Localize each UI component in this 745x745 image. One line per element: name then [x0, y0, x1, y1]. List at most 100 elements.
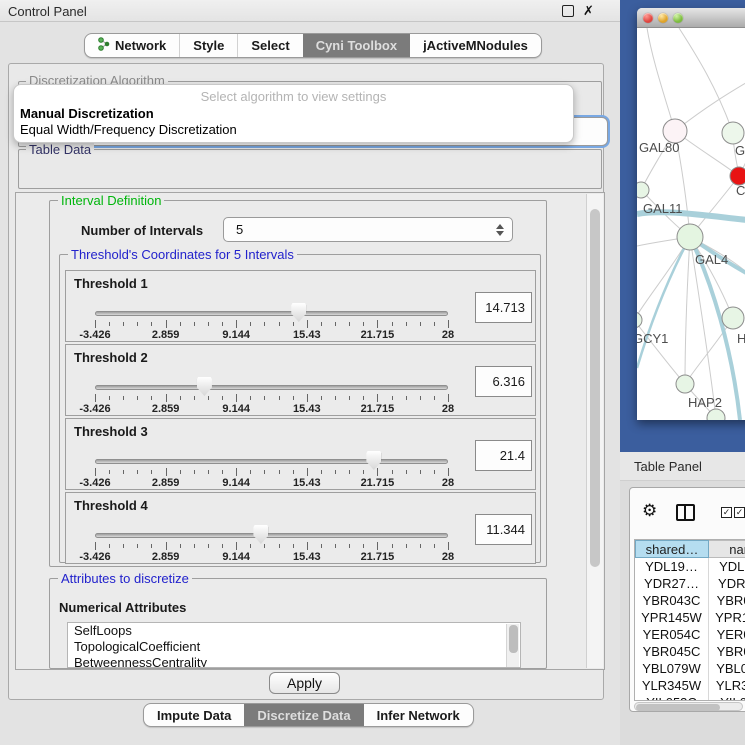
list-item[interactable]: BetweennessCentrality — [68, 655, 520, 668]
tab-style[interactable]: Style — [179, 34, 237, 57]
network-node[interactable] — [722, 122, 744, 144]
node-label: GCY1 — [637, 331, 668, 346]
table-row[interactable]: YBL079WYBL079W — [635, 660, 745, 677]
table-cell-name[interactable]: YLR345W — [709, 677, 745, 694]
table-cell-name[interactable]: YPR145W — [709, 609, 745, 626]
network-node[interactable] — [637, 312, 642, 328]
table-cell-shared-name[interactable]: YPR145W — [635, 609, 709, 626]
table-row[interactable]: YPR145WYPR145W — [635, 609, 745, 626]
tick-mark — [264, 470, 265, 474]
tab-impute-data[interactable]: Impute Data — [144, 704, 244, 726]
scale-label: 15.43 — [293, 403, 321, 415]
table-hscrollbar-thumb[interactable] — [636, 704, 720, 711]
network-node[interactable] — [722, 307, 744, 329]
slider-track[interactable] — [95, 385, 448, 390]
gear-icon[interactable]: ⚙ — [642, 502, 657, 519]
tick-mark — [194, 396, 195, 400]
threshold-value-field[interactable]: 14.713 — [475, 292, 532, 323]
table-cell-name[interactable]: YDL19… — [709, 558, 745, 575]
panel-scrollbar[interactable] — [586, 194, 603, 668]
tick-mark — [264, 544, 265, 548]
table-cell-name[interactable]: YBR043C — [709, 592, 745, 609]
column-header-name[interactable]: name — [709, 540, 745, 558]
table-row[interactable]: YLR345WYLR345W — [635, 677, 745, 694]
tick-mark — [250, 544, 251, 548]
table-row[interactable]: YBR045CYBR045C — [635, 643, 745, 660]
mac-close-icon[interactable] — [643, 13, 653, 23]
table-cell-name[interactable]: YER054C — [709, 626, 745, 643]
tick-mark — [307, 542, 308, 550]
table-hscrollbar[interactable] — [634, 702, 743, 711]
slider-track[interactable] — [95, 311, 448, 316]
table-cell-shared-name[interactable]: YLR345W — [635, 677, 709, 694]
checkbox-icon[interactable]: ✓ — [721, 507, 732, 518]
tick-mark — [137, 544, 138, 548]
scale-label: 15.43 — [293, 551, 321, 563]
tick-mark — [434, 396, 435, 400]
algorithm-option-manual[interactable]: Manual Discretization — [20, 106, 154, 121]
table-cell-name[interactable]: YIL053C — [709, 694, 745, 701]
checkbox-icon[interactable]: ✓ — [734, 507, 745, 518]
threshold-slider[interactable]: -3.4262.8599.14415.4321.71528 — [95, 345, 448, 417]
list-scrollbar[interactable] — [506, 624, 519, 668]
float-window-icon[interactable] — [562, 5, 574, 17]
tab-jactivemnodules[interactable]: jActiveMNodules — [410, 34, 541, 57]
tab-cyni-toolbox[interactable]: Cyni Toolbox — [303, 34, 410, 57]
close-icon[interactable]: ✗ — [583, 5, 595, 17]
mac-zoom-icon[interactable] — [673, 13, 683, 23]
slider-track[interactable] — [95, 533, 448, 538]
tab-select[interactable]: Select — [237, 34, 302, 57]
node-label: GAL11 — [643, 201, 683, 216]
network-node[interactable] — [637, 182, 649, 198]
table-cell-name[interactable]: YBR045C — [709, 643, 745, 660]
table-cell-shared-name[interactable]: YER054C — [635, 626, 709, 643]
numerical-attributes-label: Numerical Attributes — [59, 600, 186, 615]
network-node[interactable] — [676, 375, 694, 393]
table-cell-name[interactable]: YBL079W — [709, 660, 745, 677]
tab-discretize-data[interactable]: Discretize Data — [244, 704, 363, 726]
tab-infer-network[interactable]: Infer Network — [364, 704, 473, 726]
algorithm-option-equal-width[interactable]: Equal Width/Frequency Discretization — [20, 122, 237, 137]
table-row[interactable]: YBR043CYBR043C — [635, 592, 745, 609]
tick-mark — [406, 322, 407, 326]
threshold-slider[interactable]: -3.4262.8599.14415.4321.71528 — [95, 493, 448, 565]
network-canvas[interactable]: GAL80GCGAL11GAL4GCY1HHAP2 — [637, 28, 745, 420]
tick-mark — [166, 468, 167, 476]
scale-label: 2.859 — [152, 477, 180, 489]
table-row[interactable]: YDL19…YDL19… — [635, 558, 745, 575]
list-item[interactable]: SelfLoops — [68, 623, 520, 639]
combo-stepper-icon — [496, 224, 504, 236]
column-header-shared-name[interactable]: shared… — [635, 540, 709, 558]
threshold-value-field[interactable]: 21.4 — [475, 440, 532, 471]
table-row[interactable]: YIL053CYIL053C — [635, 694, 745, 701]
panel-scrollbar-thumb[interactable] — [590, 209, 600, 567]
tick-mark — [151, 322, 152, 326]
table-cell-shared-name[interactable]: YBR045C — [635, 643, 709, 660]
table-cell-shared-name[interactable]: YDR27… — [635, 575, 709, 592]
tab-network[interactable]: Network — [85, 34, 179, 57]
threshold-slider[interactable]: -3.4262.8599.14415.4321.71528 — [95, 271, 448, 343]
tick-mark — [109, 470, 110, 474]
table-cell-shared-name[interactable]: YIL053C — [635, 694, 709, 701]
tick-mark — [123, 396, 124, 400]
table-cell-shared-name[interactable]: YBL079W — [635, 660, 709, 677]
table-row[interactable]: YDR27…YDR27… — [635, 575, 745, 592]
scale-label: 21.715 — [361, 551, 395, 563]
tick-mark — [321, 396, 322, 400]
threshold-value-field[interactable]: 11.344 — [475, 514, 532, 545]
tick-mark — [166, 394, 167, 402]
mac-minimize-icon[interactable] — [658, 13, 668, 23]
list-item[interactable]: TopologicalCoefficient — [68, 639, 520, 655]
table-row[interactable]: YER054CYER054C — [635, 626, 745, 643]
split-view-icon[interactable] — [676, 504, 695, 521]
threshold-slider[interactable]: -3.4262.8599.14415.4321.71528 — [95, 419, 448, 491]
table-cell-shared-name[interactable]: YDL19… — [635, 558, 709, 575]
threshold-value-field[interactable]: 6.316 — [475, 366, 532, 397]
table-cell-name[interactable]: YDR27… — [709, 575, 745, 592]
apply-button[interactable]: Apply — [269, 672, 340, 694]
network-node[interactable] — [677, 224, 703, 250]
slider-track[interactable] — [95, 459, 448, 464]
tick-mark — [123, 322, 124, 326]
table-cell-shared-name[interactable]: YBR043C — [635, 592, 709, 609]
number-of-intervals-combobox[interactable]: 5 — [223, 217, 513, 242]
